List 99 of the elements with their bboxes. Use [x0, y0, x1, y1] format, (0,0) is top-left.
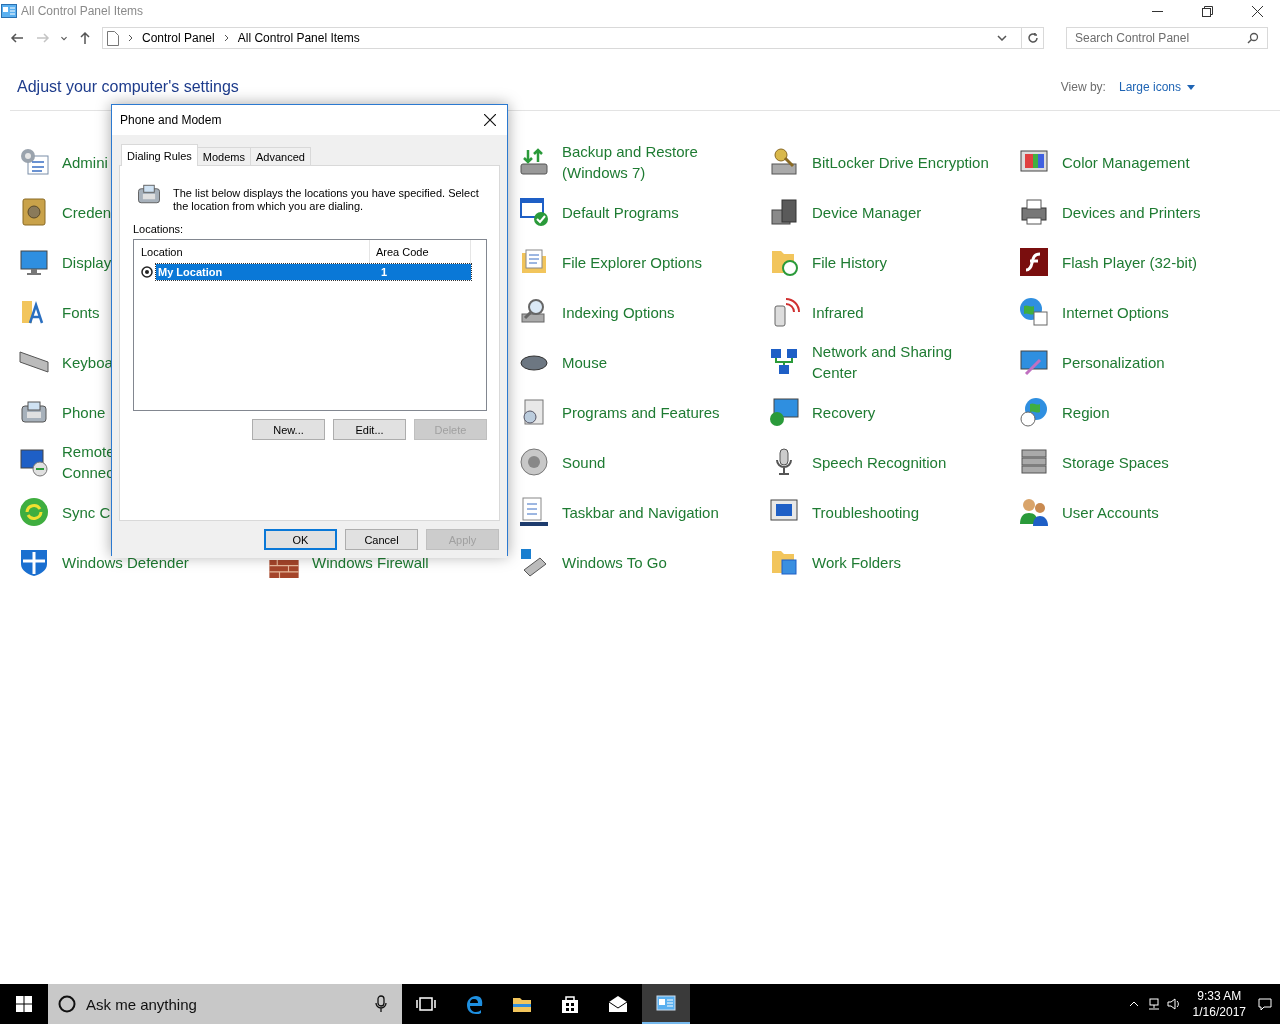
people-icon — [1018, 496, 1050, 528]
control-panel-link[interactable]: Devices and Printers — [1062, 201, 1201, 223]
globe-document-icon — [1018, 296, 1050, 328]
description-text: The list below displays the locations you have specified. Select the location from which you are dialing. — [173, 187, 480, 213]
control-panel-link[interactable]: User Accounts — [1062, 501, 1159, 523]
control-panel-link[interactable]: Sound — [562, 451, 606, 473]
globe-clock-icon — [1018, 396, 1050, 428]
back-arrow-icon — [10, 31, 24, 45]
taskbar-search-box[interactable]: Ask me anything — [48, 984, 402, 1024]
dialog-button[interactable]: OK — [264, 529, 337, 550]
table-cell-text: My Location — [157, 266, 224, 278]
control-panel-link[interactable]: Color Management — [1062, 151, 1190, 173]
control-panel-link[interactable]: Recovery — [812, 401, 876, 423]
key-drive-icon — [768, 146, 800, 178]
page-icon — [107, 30, 119, 46]
list-action-button[interactable]: New... — [252, 419, 325, 440]
tab[interactable]: Advanced — [250, 147, 311, 165]
breadcrumb[interactable]: Control Panel — [142, 31, 215, 45]
control-panel-icon — [655, 992, 677, 1014]
control-panel-link[interactable]: Fonts — [62, 301, 100, 323]
control-panel-link[interactable]: Infrared — [812, 301, 864, 323]
window-title: All Control Panel Items — [21, 4, 145, 18]
volume-icon[interactable] — [1166, 997, 1181, 1011]
caret-down-icon — [1187, 84, 1195, 90]
control-panel-link[interactable]: Region — [1062, 401, 1110, 423]
control-panel-link[interactable]: Windows Firewall — [312, 551, 429, 573]
chevron-right-icon — [127, 34, 134, 42]
dialog-title: Phone and Modem — [120, 113, 223, 127]
close-icon — [1251, 5, 1263, 17]
control-panel-link[interactable]: Programs and Features — [562, 401, 720, 423]
checklist-bar-icon — [518, 496, 550, 528]
tab[interactable]: Dialing Rules — [121, 144, 198, 166]
taskbar-search-input[interactable]: Ask me anything — [84, 994, 366, 1014]
microphone-icon — [374, 995, 388, 1013]
control-panel-link[interactable]: Work Folders — [812, 551, 901, 573]
control-panel-link[interactable]: Internet Options — [1062, 301, 1169, 323]
sync-icon — [18, 496, 50, 528]
control-panel-link[interactable]: BitLocker Drive Encryption — [812, 151, 989, 173]
control-panel-link[interactable]: Device Manager — [812, 201, 922, 223]
control-panel-link[interactable]: Indexing Options — [562, 301, 675, 323]
control-panel-link[interactable]: File History — [812, 251, 887, 273]
computer-tower-icon — [768, 196, 800, 228]
close-icon — [484, 114, 496, 126]
control-panel-link[interactable]: Keyboa — [62, 351, 113, 373]
restore-icon — [1201, 5, 1213, 17]
list-label: Locations: — [133, 223, 185, 235]
breadcrumb[interactable]: All Control Panel Items — [237, 31, 360, 45]
control-panel-link[interactable]: Admini — [62, 151, 108, 173]
dialog-button[interactable]: Cancel — [345, 529, 418, 550]
gear-checklist-icon — [18, 146, 50, 178]
control-panel-link[interactable]: Windows Defender — [62, 551, 189, 573]
control-panel-link[interactable]: Windows To Go — [562, 551, 667, 573]
view-by-label: View by: — [1060, 80, 1106, 94]
brick-wall-icon — [268, 560, 300, 578]
locations-list[interactable]: Location Area Code My Location 1 — [133, 239, 487, 411]
chevron-down-icon — [997, 35, 1007, 41]
control-panel-link[interactable]: Speech Recognition — [812, 451, 947, 473]
forward-arrow-icon — [36, 31, 50, 45]
taskbar-app-button[interactable] — [642, 984, 690, 1024]
page-heading: Adjust your computer's settings — [17, 78, 240, 96]
window-check-icon — [518, 196, 550, 228]
search-icon — [1247, 32, 1259, 44]
radio-icon — [141, 266, 153, 278]
clock[interactable]: 9:33 AM 1/16/2017 — [1186, 988, 1252, 1020]
refresh-icon — [1026, 32, 1039, 44]
up-arrow-icon — [78, 31, 92, 45]
notification-icon[interactable] — [1258, 997, 1272, 1011]
shopping-bag-icon — [559, 993, 581, 1015]
envelope-icon — [607, 993, 629, 1015]
search-field[interactable]: Search Control Panel — [1066, 27, 1268, 49]
circle-icon — [58, 995, 76, 1013]
control-panel-link[interactable]: Display — [62, 251, 112, 273]
control-panel-link[interactable]: Troubleshooting — [812, 501, 919, 523]
control-panel-link[interactable]: Creden — [62, 201, 112, 223]
drive-arrows-icon — [518, 146, 550, 178]
chevron-right-icon — [222, 34, 230, 42]
control-panel-link[interactable]: File Explorer Options — [562, 251, 703, 273]
list-row[interactable]: My Location 1 — [156, 264, 471, 280]
control-panel-link[interactable]: Taskbar and Navigation — [562, 501, 719, 523]
printer-icon — [1018, 196, 1050, 228]
control-panel-link[interactable]: Phone — [62, 401, 106, 423]
control-panel-link[interactable]: Sync C — [62, 501, 111, 523]
control-panel-link[interactable]: Default Programs — [562, 201, 679, 223]
control-panel-link[interactable]: Mouse — [562, 351, 608, 373]
control-panel-link[interactable]: Flash Player (32-bit) — [1062, 251, 1198, 273]
monitor-arrow-icon — [768, 396, 800, 428]
control-panel-link[interactable]: Personalization — [1062, 351, 1165, 373]
view-by-dropdown[interactable]: Large icons — [1118, 80, 1195, 94]
table-cell: 1 — [381, 266, 388, 278]
tile-icon — [1018, 246, 1050, 278]
list-action-button[interactable]: Edit... — [333, 419, 406, 440]
control-panel-link[interactable]: Network and Sharing Center — [812, 341, 953, 383]
minimize-icon — [1151, 10, 1163, 12]
monitor-arrows-icon — [18, 446, 50, 478]
speaker-icon — [518, 446, 550, 478]
windows-logo-icon — [16, 996, 32, 1012]
network-icon[interactable] — [1146, 997, 1161, 1011]
control-panel-link[interactable]: Backup and Restore (Windows 7) — [562, 141, 698, 183]
control-panel-link[interactable]: Storage Spaces — [1062, 451, 1169, 473]
